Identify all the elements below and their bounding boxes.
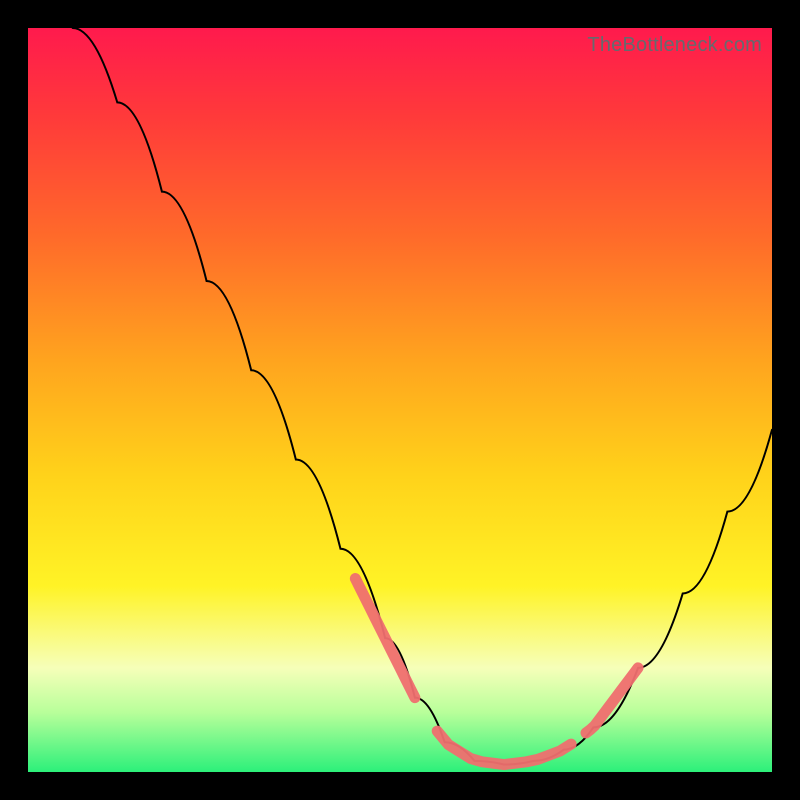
highlight-segments	[355, 579, 638, 765]
highlight-segment	[586, 668, 638, 733]
curve-line	[73, 28, 772, 765]
highlight-segment	[355, 579, 415, 698]
bottleneck-curve	[28, 28, 772, 772]
highlight-segment	[437, 731, 571, 764]
plot-area: TheBottleneck.com	[28, 28, 772, 772]
chart-frame: TheBottleneck.com	[0, 0, 800, 800]
